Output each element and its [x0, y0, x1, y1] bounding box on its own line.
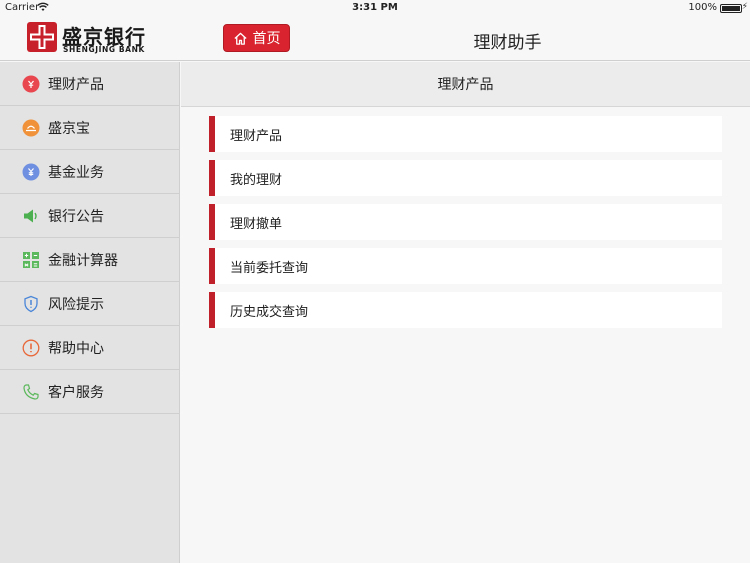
battery-icon — [720, 4, 742, 13]
menu-item-wealth-products[interactable]: 理财产品 — [209, 116, 722, 152]
sidebar-item-label: 理财产品 — [48, 76, 104, 93]
phone-icon — [22, 383, 40, 401]
menu-item-wealth-cancel-order[interactable]: 理财撤单 — [209, 204, 722, 240]
menu-item-label: 历史成交查询 — [230, 304, 309, 320]
accent-bar — [209, 204, 215, 240]
speaker-icon — [22, 207, 40, 225]
wealth-icon — [22, 75, 40, 93]
sidebar-item-risk-warning[interactable]: 风险提示 — [0, 282, 179, 326]
accent-bar — [209, 160, 215, 196]
menu-item-label: 我的理财 — [230, 172, 283, 188]
menu-item-label: 理财撤单 — [230, 216, 283, 232]
menu-item-label: 理财产品 — [230, 128, 283, 144]
home-button-label: 首页 — [252, 31, 281, 47]
charging-icon: ⚡ — [741, 2, 748, 12]
sidebar-item-label: 金融计算器 — [48, 252, 118, 269]
calculator-icon — [22, 251, 40, 269]
shield-icon — [22, 295, 40, 313]
main-panel: 理财产品 理财产品 我的理财 理财撤单 当前委托查询 历史成交查询 — [181, 62, 750, 563]
sidebar-item-wealth-products[interactable]: 理财产品 — [0, 62, 179, 106]
sidebar-item-label: 基金业务 — [48, 164, 104, 181]
sidebar-item-shengjingbao[interactable]: 盛京宝 — [0, 106, 179, 150]
menu-list: 理财产品 我的理财 理财撤单 当前委托查询 历史成交查询 — [209, 116, 722, 336]
accent-bar — [209, 292, 215, 328]
menu-item-current-orders-query[interactable]: 当前委托查询 — [209, 248, 722, 284]
sidebar-item-financial-calculator[interactable]: 金融计算器 — [0, 238, 179, 282]
menu-item-history-trades-query[interactable]: 历史成交查询 — [209, 292, 722, 328]
sidebar-item-label: 盛京宝 — [48, 120, 90, 137]
menu-item-my-wealth[interactable]: 我的理财 — [209, 160, 722, 196]
home-button[interactable]: 首页 — [223, 24, 290, 52]
battery-percent: 100% — [688, 2, 717, 13]
sidebar-item-label: 客户服务 — [48, 384, 104, 401]
accent-bar — [209, 116, 215, 152]
home-icon — [233, 32, 247, 45]
sidebar-item-fund-business[interactable]: 基金业务 — [0, 150, 179, 194]
sidebar-item-label: 风险提示 — [48, 296, 104, 313]
sidebar-item-help-center[interactable]: 帮助中心 — [0, 326, 179, 370]
help-icon — [22, 339, 40, 357]
accent-bar — [209, 248, 215, 284]
sidebar-item-label: 银行公告 — [48, 208, 104, 225]
bank-logo-mark-icon — [27, 22, 57, 52]
nav-bar: 盛京银行 SHENGJING BANK 首页 理财助手 — [0, 16, 750, 61]
menu-item-label: 当前委托查询 — [230, 260, 309, 276]
status-bar: Carrier 3:31 PM 100% ⚡ — [0, 0, 750, 16]
logo-english-name: SHENGJING BANK — [63, 45, 145, 54]
fund-icon — [22, 163, 40, 181]
sidebar-item-label: 帮助中心 — [48, 340, 104, 357]
page-title: 理财助手 — [473, 33, 542, 53]
sidebar-item-bank-notices[interactable]: 银行公告 — [0, 194, 179, 238]
sidebar-item-customer-service[interactable]: 客户服务 — [0, 370, 179, 414]
section-title: 理财产品 — [181, 62, 750, 107]
shengjingbao-icon — [22, 119, 40, 137]
clock: 3:31 PM — [352, 2, 398, 13]
sidebar: 理财产品 盛京宝 基金业务 银行公告 金融计算器 风险提示 帮助中心 客户服务 — [0, 62, 180, 563]
bank-logo: 盛京银行 SHENGJING BANK — [27, 20, 157, 56]
